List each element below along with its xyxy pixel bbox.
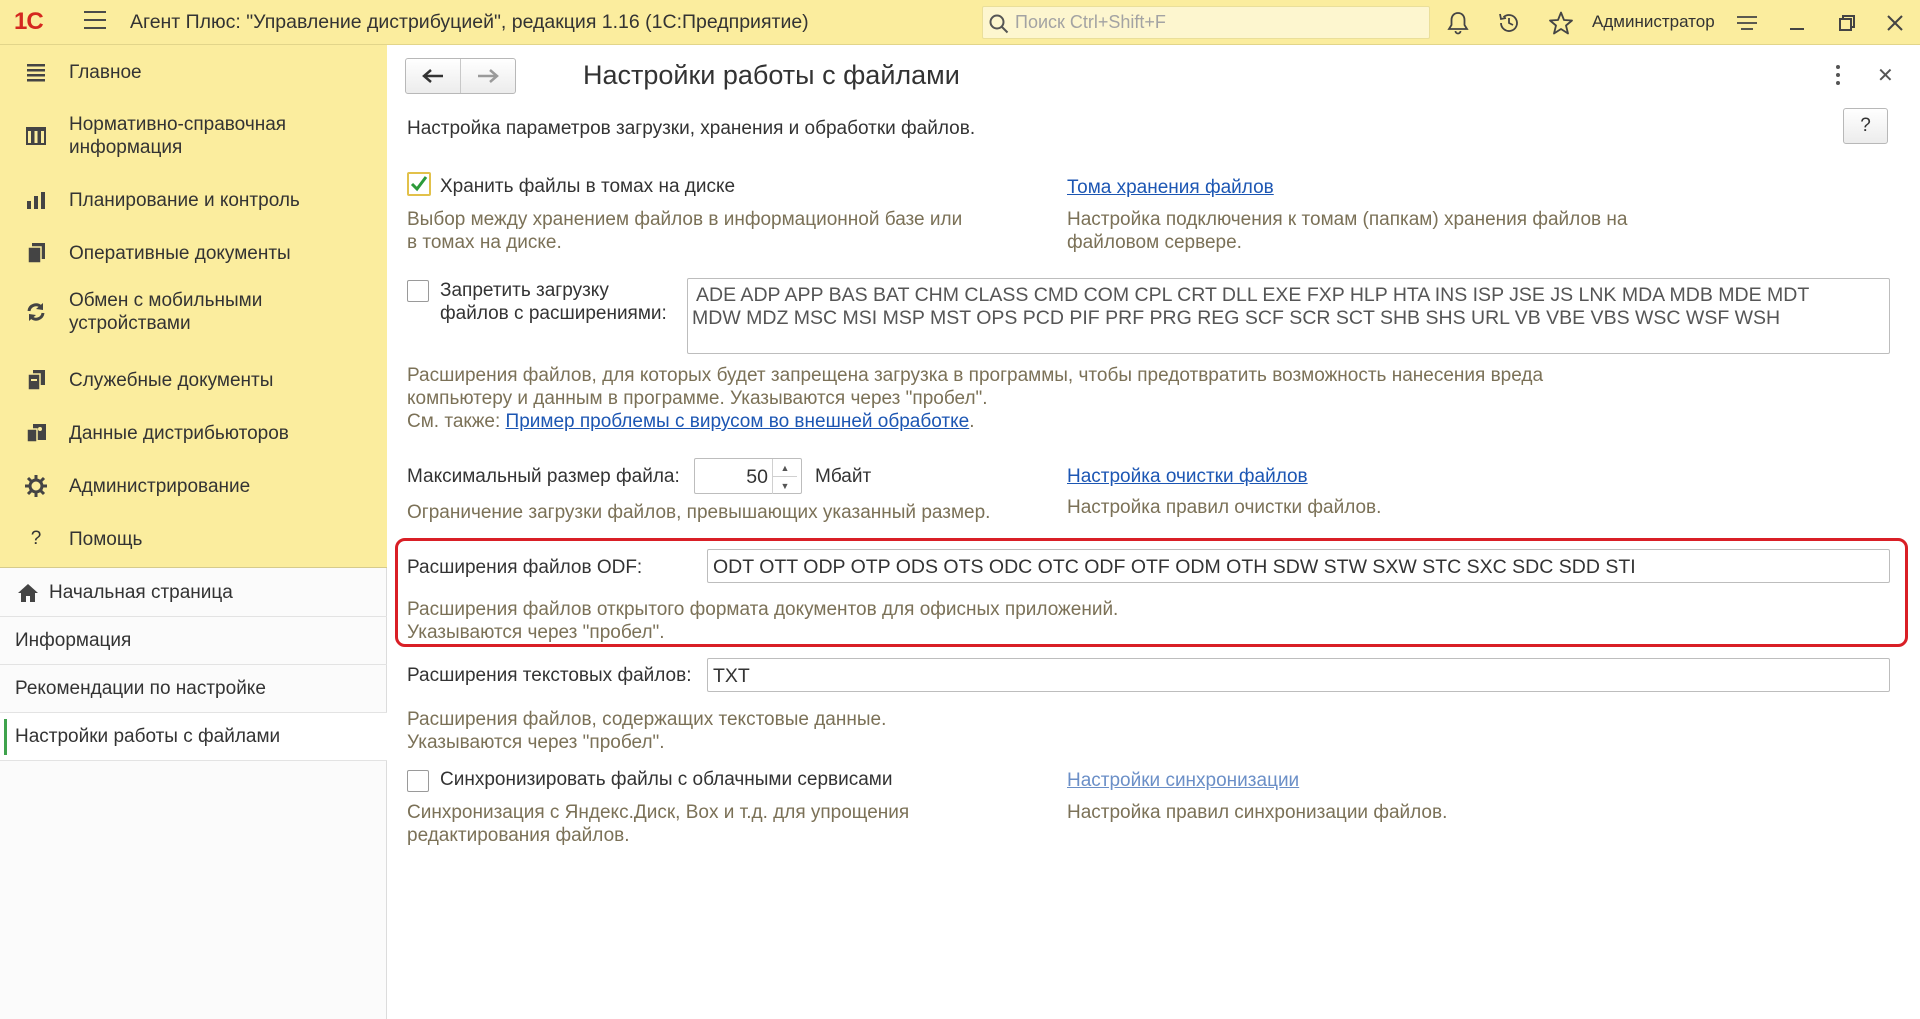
- section-label: Обмен с мобильными устройствами: [69, 290, 263, 334]
- history-nav-buttons: [405, 58, 516, 94]
- section-mobile-exchange[interactable]: Обмен с мобильными устройствами: [0, 285, 387, 339]
- text-extensions-value: TXT: [713, 665, 750, 687]
- odf-extensions-input[interactable]: ODT OTT ODP OTP ODS OTS ODC OTC ODF OTF …: [707, 549, 1890, 583]
- home-icon: [18, 584, 38, 602]
- section-distributor-data[interactable]: Данные дистрибьюторов: [0, 412, 387, 454]
- restore-icon[interactable]: [1834, 10, 1860, 36]
- nav-setup-recommendations[interactable]: Рекомендации по настройке: [0, 665, 387, 713]
- section-label: Данные дистрибьюторов: [69, 422, 289, 444]
- 1c-logo[interactable]: 1С: [14, 8, 64, 36]
- store-volumes-checkbox[interactable]: [407, 172, 431, 196]
- nav-item-label: Настройки работы с файлами: [15, 726, 281, 747]
- text-extensions-input[interactable]: TXT: [707, 658, 1890, 692]
- odf-extensions-hint: Расширения файлов открытого формата доку…: [407, 599, 1119, 643]
- section-label: Помощь: [69, 528, 143, 550]
- nav-item-label: Рекомендации по настройке: [15, 678, 266, 699]
- max-size-label: Максимальный размер файла:: [407, 466, 680, 487]
- nav-information[interactable]: Информация: [0, 617, 387, 665]
- section-nav-list: Начальная страница Информация Рекомендац…: [0, 569, 387, 761]
- forbid-extensions-hint: Расширения файлов, для которых будет зап…: [407, 365, 1544, 432]
- sync-settings-hint: Настройка правил синхронизации файлов.: [1067, 802, 1448, 823]
- file-cleanup-hint: Настройка правил очистки файлов.: [1067, 497, 1382, 518]
- section-label: Оперативные документы: [69, 242, 291, 264]
- checkmark-icon: [410, 176, 428, 192]
- cloud-sync-label[interactable]: Синхронизировать файлы с облачными серви…: [440, 769, 892, 791]
- nav-file-settings[interactable]: Настройки работы с файлами: [0, 713, 387, 761]
- text-extensions-hint: Расширения файлов, содержащих текстовые …: [407, 709, 887, 753]
- odf-extensions-value: ODT OTT ODP OTP ODS OTS ODC OTC ODF OTF …: [713, 556, 1636, 578]
- back-button[interactable]: [406, 59, 461, 93]
- sections-panel: Главное Нормативно-справочная информация…: [0, 45, 387, 568]
- current-user[interactable]: Администратор: [1592, 12, 1715, 32]
- sync-icon: [27, 303, 45, 321]
- close-form-icon[interactable]: ✕: [1877, 63, 1894, 88]
- sidebar: Главное Нормативно-справочная информация…: [0, 45, 387, 1019]
- virus-example-link[interactable]: Пример проблемы с вирусом во внешней обр…: [506, 411, 970, 432]
- close-window-icon[interactable]: [1882, 10, 1908, 36]
- section-operative-docs[interactable]: Оперативные документы: [0, 232, 387, 274]
- section-main[interactable]: Главное: [0, 51, 387, 93]
- spin-up-icon[interactable]: ▲: [772, 459, 797, 477]
- bell-icon[interactable]: [1445, 10, 1471, 36]
- more-actions-icon[interactable]: [1835, 65, 1841, 85]
- forbid-extensions-label[interactable]: Запретить загрузку файлов с расширениями…: [440, 279, 667, 325]
- forbidden-extensions-value: ADE ADP APP BAS BAT CHM CLASS CMD COM CP…: [692, 284, 1810, 329]
- max-size-hint: Ограничение загрузки файлов, превышающих…: [407, 502, 991, 523]
- bar-chart-icon: [27, 192, 45, 209]
- sync-settings-link[interactable]: Настройки синхронизации: [1067, 770, 1299, 792]
- forward-button[interactable]: [461, 59, 516, 93]
- distributor-data-icon: [26, 424, 46, 443]
- catalog-icon: [26, 127, 46, 145]
- app-title: Агент Плюс: "Управление дистрибуцией", р…: [130, 11, 809, 33]
- max-size-unit: Мбайт: [815, 466, 872, 487]
- section-label: Служебные документы: [69, 369, 274, 391]
- cloud-sync-checkbox[interactable]: [407, 770, 429, 792]
- help-button[interactable]: ?: [1843, 108, 1888, 144]
- main-menu-icon[interactable]: [84, 11, 106, 33]
- section-label: Главное: [69, 61, 142, 83]
- global-search[interactable]: [982, 6, 1430, 39]
- section-administration[interactable]: Администрирование: [0, 465, 387, 507]
- main-form: Настройки работы с файлами ✕ Настройка п…: [388, 45, 1920, 1019]
- section-help[interactable]: ? Помощь: [0, 518, 387, 560]
- file-cleanup-link[interactable]: Настройка очистки файлов: [1067, 466, 1308, 488]
- section-label: Нормативно-справочная информация: [69, 114, 287, 158]
- section-reference-info[interactable]: Нормативно-справочная информация: [0, 109, 387, 163]
- store-volumes-hint: Выбор между хранением файлов в информаци…: [407, 209, 963, 253]
- title-bar: 1С Агент Плюс: "Управление дистрибуцией"…: [0, 0, 1920, 45]
- max-size-value[interactable]: 50: [746, 466, 768, 489]
- arrow-right-icon: [477, 69, 499, 83]
- section-planning[interactable]: Планирование и контроль: [0, 179, 387, 221]
- search-icon: [989, 14, 1009, 34]
- store-volumes-label[interactable]: Хранить файлы в томах на диске: [440, 176, 735, 198]
- service-docs-icon: [27, 370, 45, 391]
- forbid-extensions-checkbox[interactable]: [407, 280, 429, 302]
- forbidden-extensions-textarea[interactable]: ADE ADP APP BAS BAT CHM CLASS CMD COM CP…: [687, 278, 1890, 354]
- odf-extensions-label: Расширения файлов ODF:: [407, 557, 643, 578]
- settings-lines-icon[interactable]: [1734, 10, 1760, 36]
- nav-item-label: Начальная страница: [49, 582, 233, 603]
- page-title: Настройки работы с файлами: [583, 60, 960, 90]
- menu-lines-icon: [27, 64, 45, 82]
- storage-volumes-hint: Настройка подключения к томам (папкам) х…: [1067, 209, 1628, 253]
- storage-volumes-link[interactable]: Тома хранения файлов: [1067, 177, 1274, 199]
- arrow-left-icon: [421, 69, 443, 83]
- section-label: Администрирование: [69, 475, 251, 497]
- text-extensions-label: Расширения текстовых файлов:: [407, 665, 692, 686]
- search-input[interactable]: [1015, 11, 1415, 34]
- nav-item-label: Информация: [15, 630, 132, 651]
- spin-down-icon[interactable]: ▼: [772, 476, 797, 494]
- cloud-sync-hint: Синхронизация с Яндекс.Диск, Box и т.д. …: [407, 802, 910, 846]
- gear-icon: [25, 475, 47, 497]
- nav-home-page[interactable]: Начальная страница: [0, 569, 387, 617]
- minimize-icon[interactable]: [1784, 10, 1810, 36]
- documents-icon: [27, 243, 45, 264]
- form-description: Настройка параметров загрузки, хранения …: [407, 118, 976, 139]
- question-icon: ?: [30, 528, 42, 549]
- history-icon[interactable]: [1496, 10, 1522, 36]
- favorites-star-icon[interactable]: [1548, 10, 1574, 36]
- max-size-spinner[interactable]: 50 ▲ ▼: [694, 458, 802, 494]
- section-label: Планирование и контроль: [69, 189, 300, 211]
- section-service-docs[interactable]: Служебные документы: [0, 359, 387, 401]
